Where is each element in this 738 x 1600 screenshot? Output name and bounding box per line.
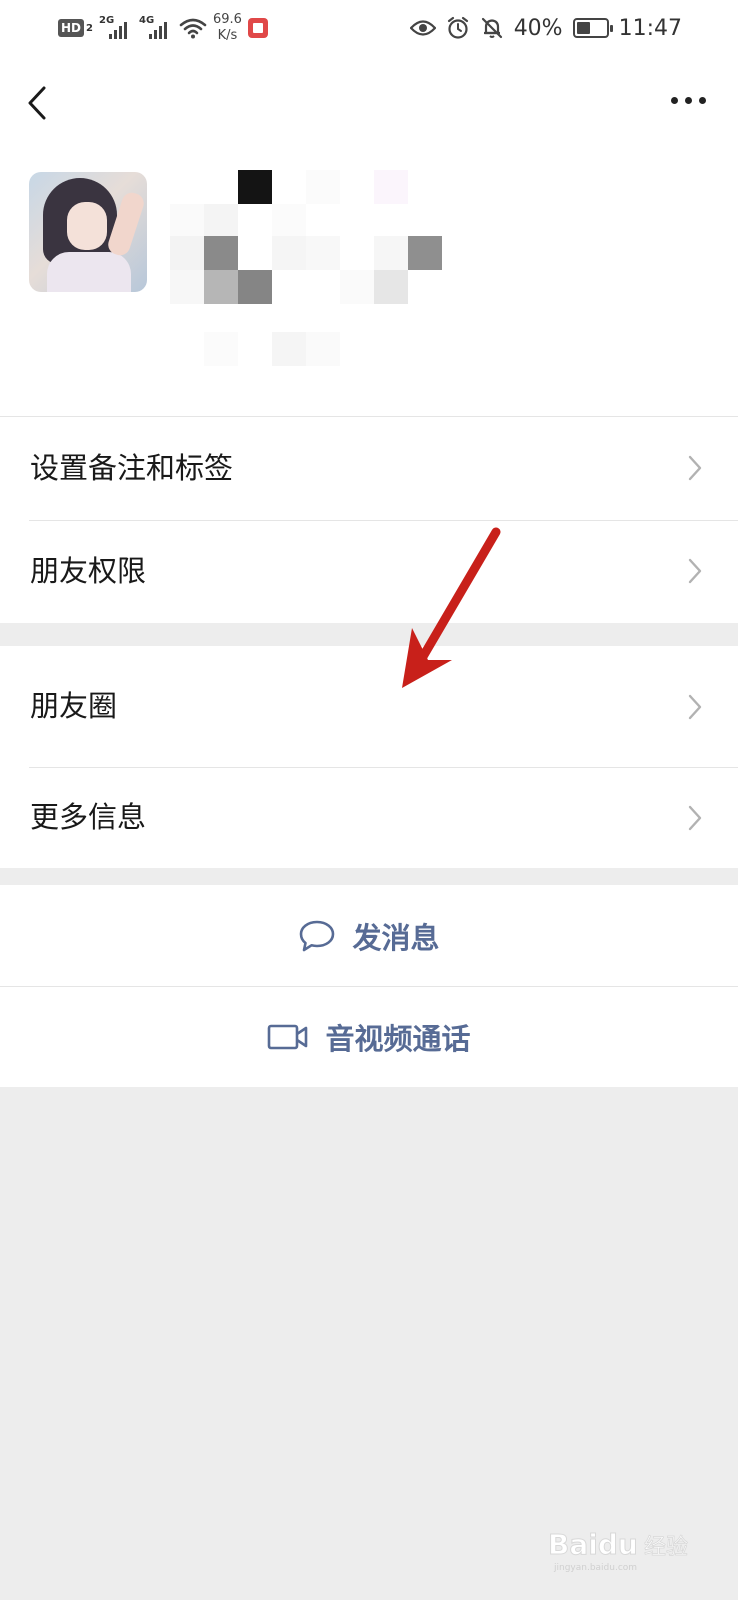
moments-item[interactable]: 朋友圈 <box>0 646 738 767</box>
more-options-button[interactable] <box>658 76 718 124</box>
hd-sub-label: 2 <box>86 22 93 34</box>
chat-bubble-icon <box>300 920 335 951</box>
chevron-right-icon <box>688 694 702 720</box>
send-message-label: 发消息 <box>352 920 440 955</box>
remark-tags-item[interactable]: 设置备注和标签 <box>0 417 738 520</box>
eye-icon <box>409 20 436 36</box>
back-button[interactable] <box>20 76 64 124</box>
baidu-paw-logo: Baidu 经验 jingyan.baidu.com <box>548 1528 689 1574</box>
video-camera-icon <box>268 1024 308 1049</box>
more-info-item[interactable]: 更多信息 <box>0 767 738 868</box>
pixelated-profile-info <box>170 170 442 370</box>
send-message-button[interactable]: 发消息 <box>0 885 738 986</box>
chevron-right-icon <box>688 558 702 584</box>
chevron-right-icon <box>688 805 702 831</box>
battery-percent: 40% <box>513 15 563 41</box>
status-left-group: HD 2 2G 4G 69.6 K/s <box>58 12 268 44</box>
video-call-label: 音视频通话 <box>325 1021 471 1056</box>
more-info-label: 更多信息 <box>30 800 147 834</box>
signal-icon: 4G <box>139 15 173 41</box>
speed-unit: K/s <box>217 28 238 43</box>
video-call-button[interactable]: 音视频通话 <box>0 986 738 1087</box>
menu-group-2: 朋友圈 更多信息 <box>0 646 738 868</box>
chevron-right-icon <box>688 455 702 481</box>
wifi-icon <box>179 18 207 39</box>
watermark-brand: Baidu <box>548 1528 638 1561</box>
actions-group: 发消息 音视频通话 <box>0 885 738 1087</box>
network-speed: 69.6 K/s <box>213 12 242 44</box>
hd-icon: HD <box>58 19 85 37</box>
battery-icon <box>572 18 613 38</box>
alarm-icon <box>447 16 468 39</box>
app-notification-icon <box>247 18 268 38</box>
navigation-bar <box>0 70 738 130</box>
clock-time: 11:47 <box>618 15 682 41</box>
watermark-label: 经验 <box>644 1535 688 1560</box>
remark-tags-label: 设置备注和标签 <box>30 451 234 485</box>
friend-permissions-item[interactable]: 朋友权限 <box>0 520 738 623</box>
moments-label: 朋友圈 <box>30 689 118 723</box>
menu-group-1: 设置备注和标签 朋友权限 <box>0 416 738 623</box>
mute-bell-icon <box>481 17 502 39</box>
more-dots-icon <box>670 96 706 104</box>
avatar-image[interactable] <box>29 172 147 292</box>
friend-permissions-label: 朋友权限 <box>30 554 147 588</box>
back-arrow-icon <box>28 86 46 120</box>
baidu-jingyan-watermark: Baidu 经验 jingyan.baidu.com <box>548 1518 698 1574</box>
watermark-url: jingyan.baidu.com <box>553 1563 637 1573</box>
speed-value: 69.6 <box>212 12 242 27</box>
signal-icon: 2G <box>99 15 133 41</box>
status-right-group: 40% 11:47 <box>409 12 682 44</box>
status-bar: HD 2 2G 4G 69.6 K/s 40% 11:47 <box>0 0 738 56</box>
